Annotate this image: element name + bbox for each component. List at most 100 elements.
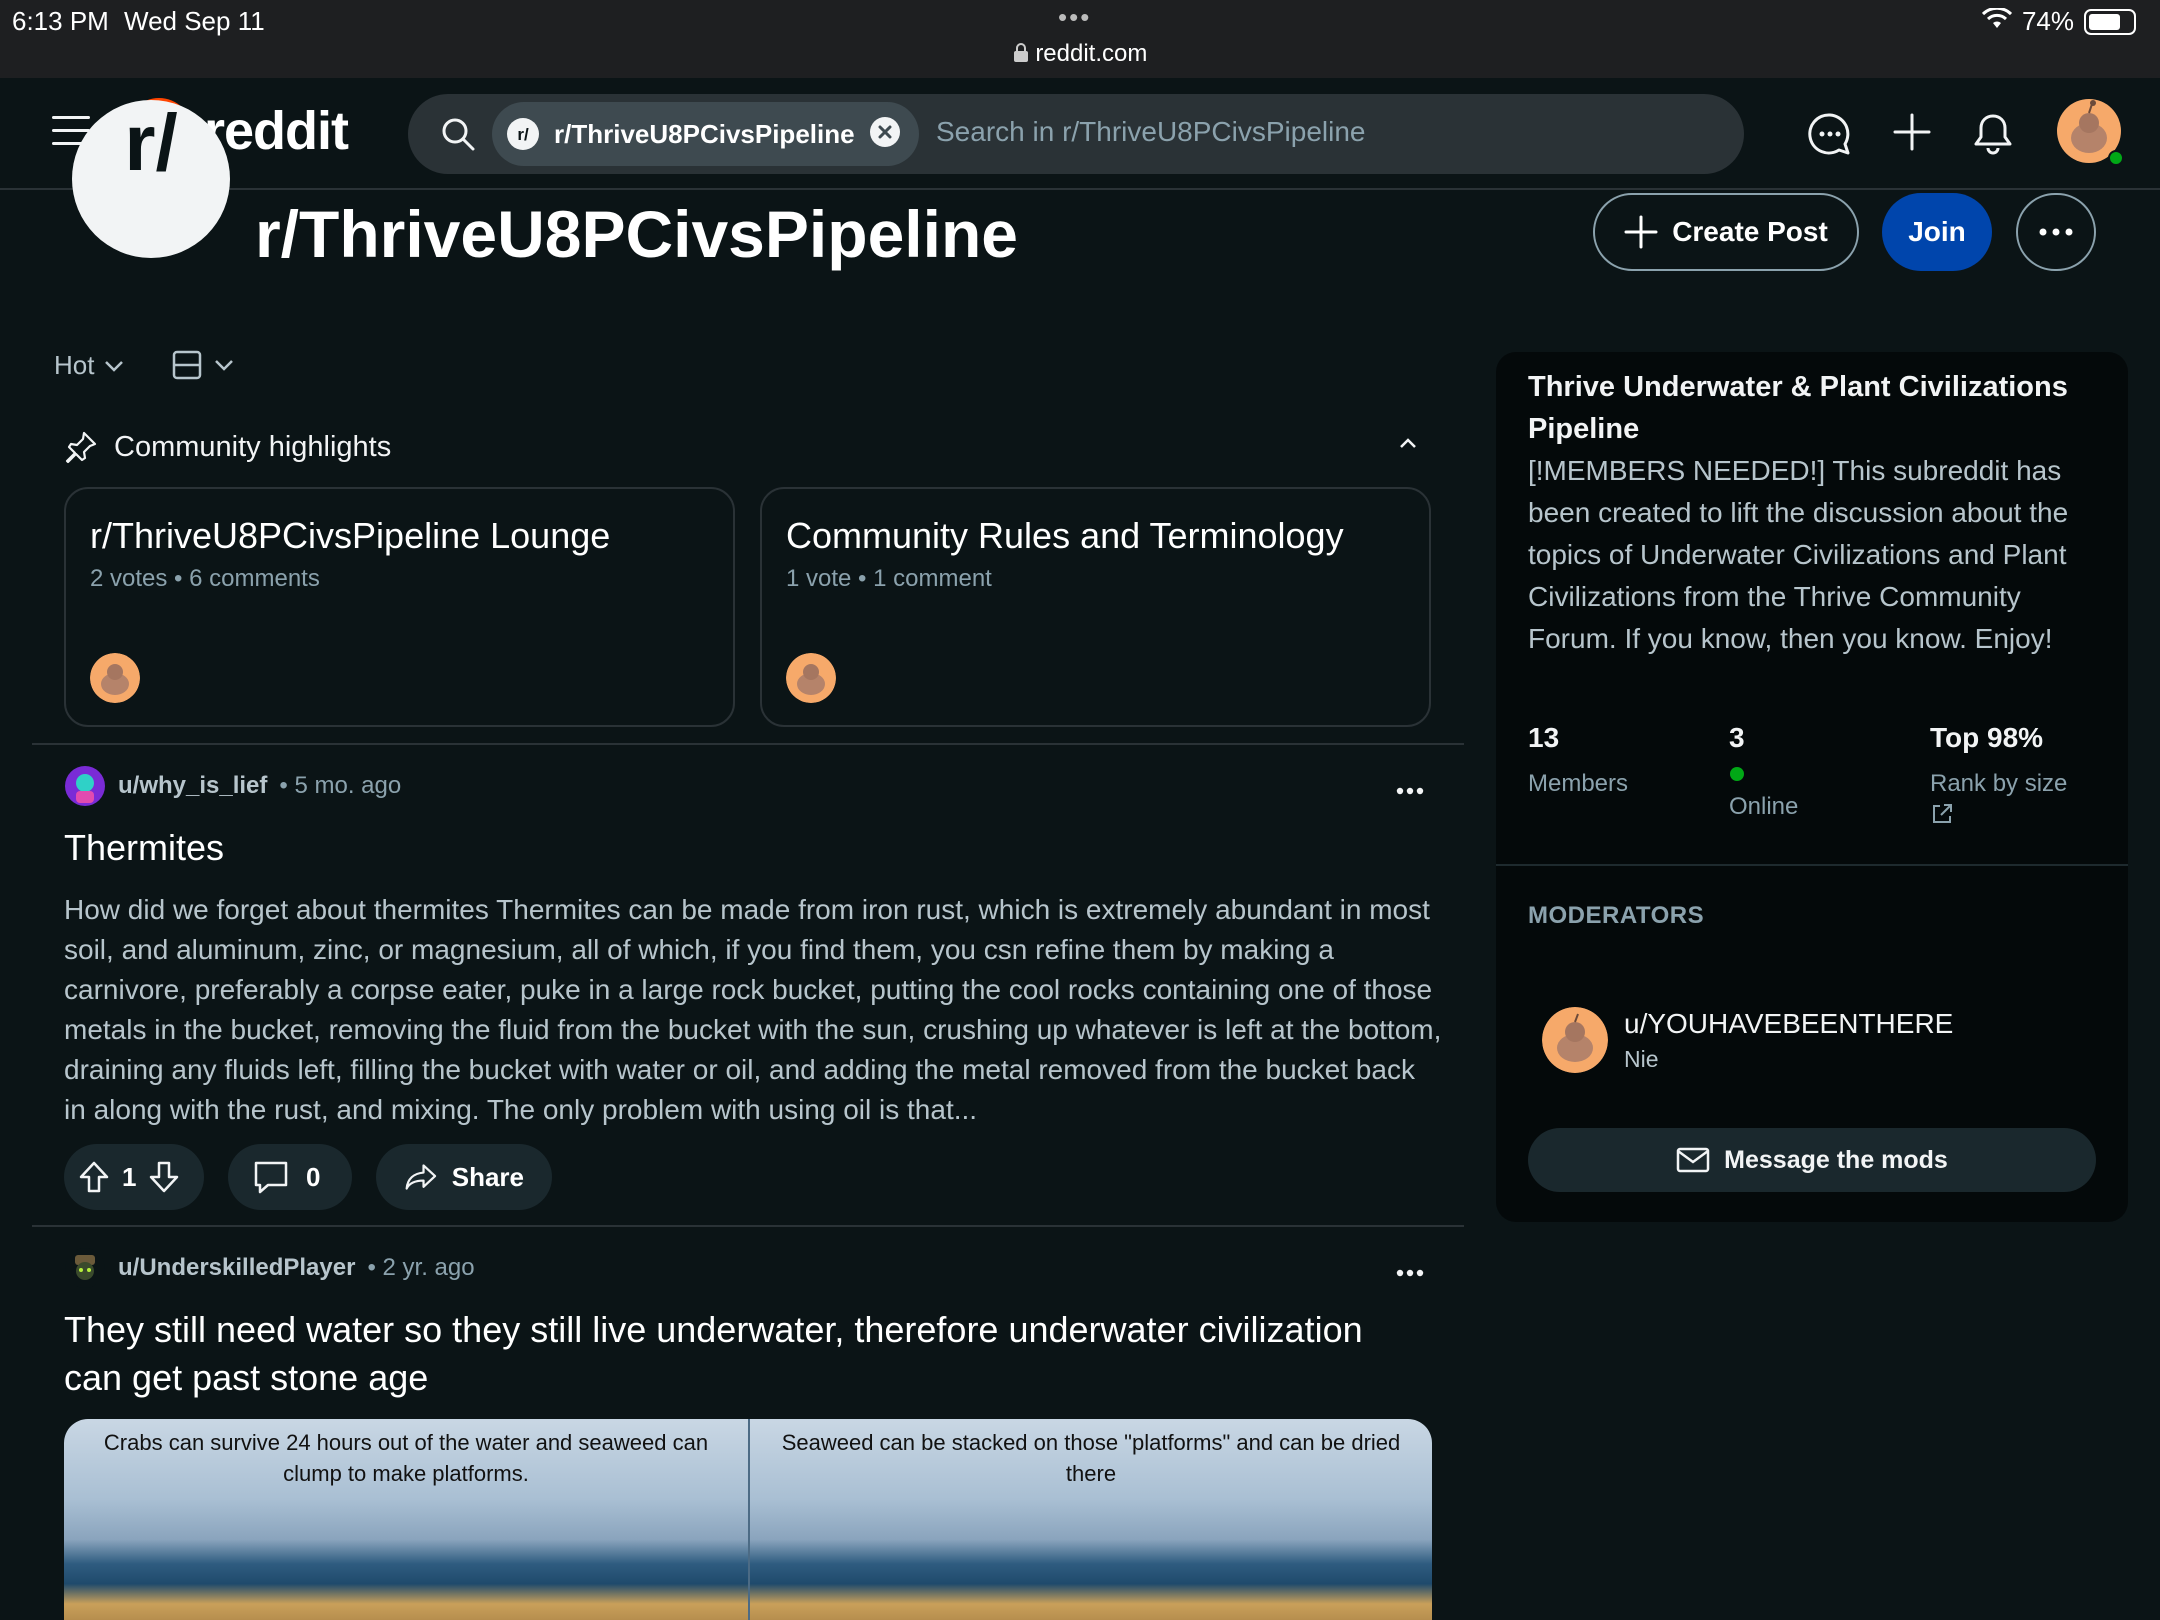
highlights-title: Community highlights [114, 430, 392, 463]
image-caption: Crabs can survive 24 hours out of the wa… [103, 1430, 709, 1486]
post-author[interactable]: u/why_is_lief [118, 772, 267, 800]
sort-label: Hot [54, 350, 95, 380]
community-avatar: r/ [72, 100, 230, 258]
upvote-icon[interactable] [78, 1160, 110, 1194]
post-meta: u/UnderskilledPlayer • 2 yr. ago [64, 1247, 475, 1289]
chevron-up-icon[interactable] [1398, 436, 1418, 454]
sort-dropdown[interactable]: Hot [54, 350, 124, 381]
stat-value: 3 [1729, 722, 1745, 753]
url-text: reddit.com [1035, 40, 1148, 67]
search-chip-label: r/ThriveU8PCivsPipeline [554, 118, 855, 149]
stat-value: 13 [1528, 722, 1560, 753]
search-bar[interactable]: r/ r/ThriveU8PCivsPipeline Search in r/T… [408, 94, 1744, 174]
post-author[interactable]: u/UnderskilledPlayer [118, 1254, 355, 1282]
feed-divider [32, 1225, 1464, 1227]
post-title[interactable]: They still need water so they still live… [64, 1306, 1384, 1402]
sidebar-divider [1496, 864, 2128, 866]
online-dot-icon [1729, 766, 1798, 787]
card-view-icon [172, 350, 202, 380]
post-more-options-icon[interactable] [1396, 782, 1424, 800]
join-button[interactable]: Join [1882, 193, 1992, 271]
moderator-flair: Nie [1624, 1046, 1659, 1072]
message-mods-button[interactable]: Message the mods [1528, 1128, 2096, 1192]
comment-icon [254, 1161, 288, 1194]
clear-chip-icon[interactable] [869, 116, 901, 153]
post-image[interactable]: Seaweed can be stacked on those "platfor… [748, 1419, 1432, 1620]
create-post-button[interactable]: Create Post [1593, 193, 1859, 271]
post-title[interactable]: Thermites [64, 824, 224, 872]
stat-label: Rank by size [1930, 770, 2068, 797]
stat-value: Top 98% [1930, 722, 2044, 753]
author-avatar [90, 653, 140, 703]
subreddit-icon: r/ [507, 118, 539, 150]
post-age: • 2 yr. ago [367, 1254, 475, 1281]
address-bar[interactable]: reddit.com [0, 40, 2160, 68]
community-sidebar: Thrive Underwater & Plant Civilizations … [1496, 352, 2128, 1222]
comments-button[interactable]: 0 [228, 1144, 352, 1210]
status-time: 6:13 PM [12, 6, 109, 36]
user-avatar[interactable] [2056, 98, 2124, 171]
share-button[interactable]: Share [376, 1144, 552, 1210]
post-body[interactable]: How did we forget about thermites Thermi… [64, 890, 1444, 1130]
mail-icon [1676, 1147, 1710, 1173]
safari-more-dots-icon[interactable]: ••• [1058, 2, 1091, 33]
highlight-meta: 1 vote • 1 comment [786, 565, 992, 592]
message-mods-label: Message the mods [1724, 1145, 1948, 1174]
search-scope-chip[interactable]: r/ r/ThriveU8PCivsPipeline [492, 102, 919, 166]
chat-icon[interactable] [1808, 112, 1852, 161]
chevron-down-icon [215, 360, 233, 371]
site-header: reddit r/ r/ThriveU8PCivsPipeline Search… [0, 78, 2160, 190]
sidebar-community-title: Thrive Underwater & Plant Civilizations … [1528, 371, 2068, 445]
plus-icon [1624, 215, 1658, 249]
highlight-card[interactable]: r/ThriveU8PCivsPipeline Lounge 2 votes •… [64, 487, 735, 727]
share-icon [405, 1164, 437, 1190]
stat-rank: Top 98% Rank by size [1930, 722, 2067, 831]
downvote-icon[interactable] [148, 1160, 180, 1194]
vote-count: 1 [122, 1161, 137, 1192]
image-caption: Seaweed can be stacked on those "platfor… [781, 1430, 1401, 1486]
search-icon[interactable] [440, 116, 476, 157]
author-avatar [786, 653, 836, 703]
post-image-gallery[interactable]: Crabs can survive 24 hours out of the wa… [64, 1419, 1432, 1620]
battery-icon [2084, 8, 2136, 35]
stat-label: Members [1528, 770, 1629, 797]
svg-text:r/: r/ [517, 125, 529, 144]
status-right: 74% [1981, 6, 2136, 37]
user-avatar [65, 766, 105, 806]
more-options-icon [2039, 228, 2073, 236]
vote-control: 1 [64, 1144, 204, 1210]
stat-members: 13 Members [1528, 722, 1628, 802]
moderator-avatar [1542, 1007, 1608, 1073]
highlight-meta: 2 votes • 6 comments [90, 565, 320, 592]
community-title: r/ThriveU8PCivsPipeline [255, 197, 1018, 271]
stat-online: 3 Online [1729, 722, 1798, 825]
user-avatar [65, 1248, 105, 1288]
sidebar-description: [!MEMBERS NEEDED!] This subreddit has be… [1528, 455, 2069, 654]
highlight-title: Community Rules and Terminology [786, 515, 1344, 556]
lock-icon [1013, 40, 1036, 67]
notification-bell-icon[interactable] [1972, 112, 2014, 161]
status-date: Wed Sep 11 [124, 6, 265, 36]
post-age: • 5 mo. ago [279, 772, 402, 799]
wifi-icon [1981, 6, 2013, 37]
share-label: Share [451, 1161, 524, 1192]
pin-icon [65, 431, 97, 464]
view-toggle-dropdown[interactable] [172, 350, 234, 380]
external-link-icon[interactable] [1930, 802, 2067, 831]
feed-divider [32, 743, 1464, 745]
moderator-name[interactable]: u/YOUHAVEBEENTHERE [1624, 1008, 1953, 1040]
chevron-down-icon [105, 360, 124, 372]
post-meta: u/why_is_lief • 5 mo. ago [64, 765, 401, 807]
moderators-heading: MODERATORS [1528, 902, 1705, 929]
comment-count: 0 [306, 1161, 321, 1192]
ios-status-bar: 6:13 PM Wed Sep 11 ••• reddit.com 74% [0, 0, 2160, 78]
stat-label: Online [1729, 793, 1799, 820]
battery-percent: 74% [2021, 6, 2074, 36]
search-input[interactable]: Search in r/ThriveU8PCivsPipeline [936, 116, 1366, 148]
post-image[interactable]: Crabs can survive 24 hours out of the wa… [64, 1419, 748, 1620]
highlight-title: r/ThriveU8PCivsPipeline Lounge [90, 515, 611, 556]
community-more-button[interactable] [2016, 193, 2096, 271]
post-more-options-icon[interactable] [1396, 1264, 1424, 1282]
highlight-card[interactable]: Community Rules and Terminology 1 vote •… [760, 487, 1431, 727]
create-plus-icon[interactable] [1892, 112, 1932, 157]
